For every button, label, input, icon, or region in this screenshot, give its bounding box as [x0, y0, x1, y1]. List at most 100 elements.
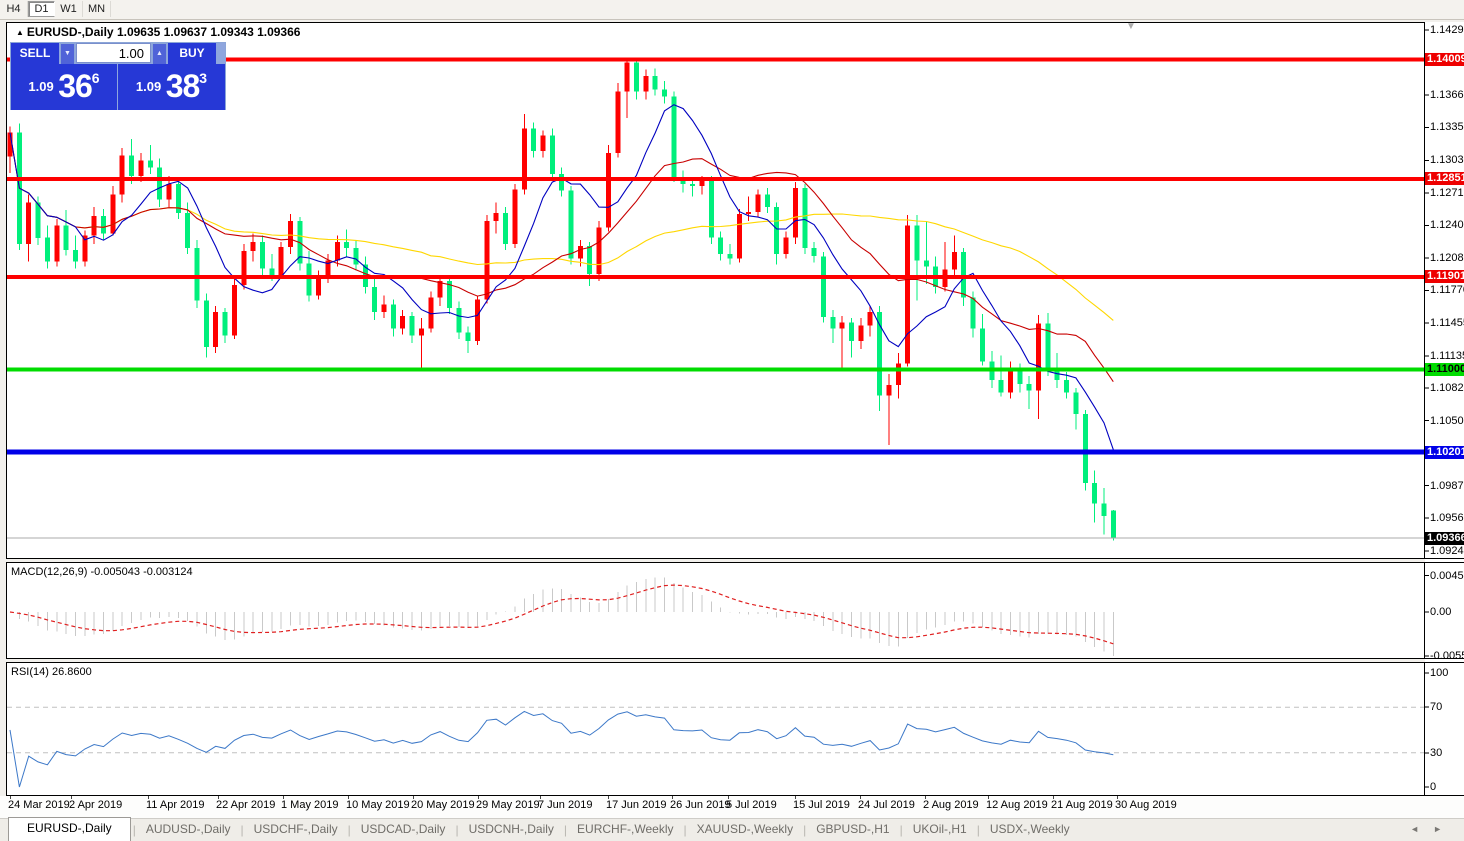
price-badge: 1.11000	[1425, 363, 1464, 376]
candle-body	[999, 380, 1004, 392]
candle-body	[232, 285, 237, 336]
date-label: 24 Mar 2019	[8, 799, 70, 811]
candle-body	[559, 174, 564, 191]
timeframe-toolbar: H4D1W1MN	[0, 0, 1464, 20]
candle-body	[765, 194, 770, 206]
date-label: 26 Jun 2019	[670, 799, 731, 811]
candle-body	[634, 63, 639, 92]
time-axis: 24 Mar 20192 Apr 201911 Apr 201922 Apr 2…	[0, 796, 1464, 818]
candle-body	[1102, 504, 1107, 516]
lot-decrease-button[interactable]: ▼	[60, 43, 75, 65]
price-chart[interactable]	[0, 0, 1464, 841]
date-label: 12 Aug 2019	[986, 799, 1048, 811]
candle-body	[419, 329, 424, 336]
candle-body	[774, 207, 779, 254]
candle-body	[1092, 483, 1097, 504]
tab-scroll-left-icon[interactable]: ◄	[1410, 824, 1433, 834]
candle-body	[756, 194, 761, 212]
price-badge: 1.09366	[1425, 532, 1464, 545]
candle-body	[120, 155, 125, 194]
candle-body	[1008, 370, 1013, 393]
candle-body	[372, 287, 377, 312]
candle-body	[400, 316, 405, 328]
candle-body	[550, 136, 555, 174]
candle-body	[353, 248, 358, 265]
chart-tab-eurchf-weekly[interactable]: EURCHF-,Weekly	[567, 819, 683, 841]
timeframe-button-d1[interactable]: D1	[28, 1, 55, 17]
candle-body	[475, 300, 480, 341]
candle-body	[868, 312, 873, 325]
candle-body	[494, 213, 499, 221]
macd-axis-tick: 0.00	[1430, 606, 1451, 618]
candle-body	[36, 203, 41, 238]
sell-price-base: 1.09	[28, 79, 53, 94]
candle-body	[241, 251, 246, 285]
buy-price-big: 38	[166, 68, 200, 104]
price-axis-tick: 1.11455	[1430, 317, 1464, 329]
candle-body	[709, 180, 714, 238]
rsi-axis-tick: 0	[1430, 781, 1436, 793]
timeframe-button-mn[interactable]: MN	[83, 1, 111, 17]
candle-body	[802, 188, 807, 248]
price-badge: 1.11901	[1425, 270, 1464, 283]
collapse-icon[interactable]: ▲	[16, 28, 24, 37]
chart-tab-audusd-daily[interactable]: AUDUSD-,Daily	[136, 819, 241, 841]
chart-tab-gbpusd-h1[interactable]: GBPUSD-,H1	[806, 819, 899, 841]
chart-tab-usdcnh-daily[interactable]: USDCNH-,Daily	[459, 819, 564, 841]
candle-body	[746, 212, 751, 214]
timeframe-button-w1[interactable]: W1	[55, 1, 83, 17]
lot-size-input[interactable]	[76, 43, 151, 63]
price-axis-tick: 1.13665	[1430, 89, 1464, 101]
candle-body	[615, 91, 620, 153]
candle-body	[587, 246, 592, 274]
candle-body	[129, 155, 134, 176]
date-label: 30 Aug 2019	[1115, 799, 1177, 811]
chart-tab-eurusd-daily[interactable]: EURUSD-,Daily	[8, 817, 131, 841]
candle-body	[914, 225, 919, 260]
sell-price[interactable]: 1.09 366	[11, 64, 117, 110]
rsi-axis-tick: 30	[1430, 747, 1442, 759]
chart-tab-usdchf-daily[interactable]: USDCHF-,Daily	[244, 819, 348, 841]
candle-body	[344, 242, 349, 248]
candle-body	[54, 225, 59, 261]
candle-body	[92, 216, 97, 236]
candle-body	[195, 248, 200, 301]
date-label: 10 May 2019	[346, 799, 410, 811]
buy-button[interactable]: BUY	[168, 43, 216, 65]
candle-body	[821, 256, 826, 317]
chart-tab-usdcad-daily[interactable]: USDCAD-,Daily	[351, 819, 456, 841]
price-axis-tick: 1.09875	[1430, 480, 1464, 492]
buy-price[interactable]: 1.09 383	[118, 64, 225, 110]
chart-tab-usdx-weekly[interactable]: USDX-,Weekly	[980, 819, 1080, 841]
date-label: 11 Apr 2019	[146, 799, 205, 811]
tab-scroll-right-icon[interactable]: ►	[1433, 824, 1456, 834]
lot-increase-button[interactable]: ▲	[152, 43, 167, 65]
price-axis-tick: 1.14295	[1430, 24, 1464, 36]
candle-body	[952, 252, 957, 270]
candle-body	[980, 329, 985, 362]
macd-axis-tick: 0.00455	[1430, 570, 1464, 582]
price-badge: 1.12851	[1425, 172, 1464, 185]
candle-body	[737, 214, 742, 258]
date-label: 5 Jul 2019	[726, 799, 777, 811]
chart-tab-xauusd-weekly[interactable]: XAUUSD-,Weekly	[687, 819, 803, 841]
macd-label: MACD(12,26,9) -0.005043 -0.003124	[11, 566, 193, 578]
sell-price-sup: 6	[92, 70, 100, 86]
chart-tab-ukoil-h1[interactable]: UKOil-,H1	[903, 819, 977, 841]
candle-body	[73, 250, 78, 261]
timeframe-button-h4[interactable]: H4	[0, 1, 28, 17]
price-badge: 1.10201	[1425, 446, 1464, 459]
rsi-axis-tick: 100	[1430, 667, 1448, 679]
candle-body	[653, 76, 658, 89]
candle-body	[101, 216, 106, 234]
candle-body	[597, 227, 602, 273]
candle-body	[288, 221, 293, 247]
price-axis-tick: 1.12400	[1430, 219, 1464, 231]
candle-body	[157, 168, 162, 200]
price-axis-tick: 1.13030	[1430, 154, 1464, 166]
candle-body	[569, 190, 574, 258]
sell-button[interactable]: SELL	[11, 43, 59, 65]
ma-slow-line	[10, 133, 1113, 321]
tab-scroll-arrows[interactable]: ◄►	[1410, 824, 1456, 834]
candle-body	[830, 317, 835, 328]
